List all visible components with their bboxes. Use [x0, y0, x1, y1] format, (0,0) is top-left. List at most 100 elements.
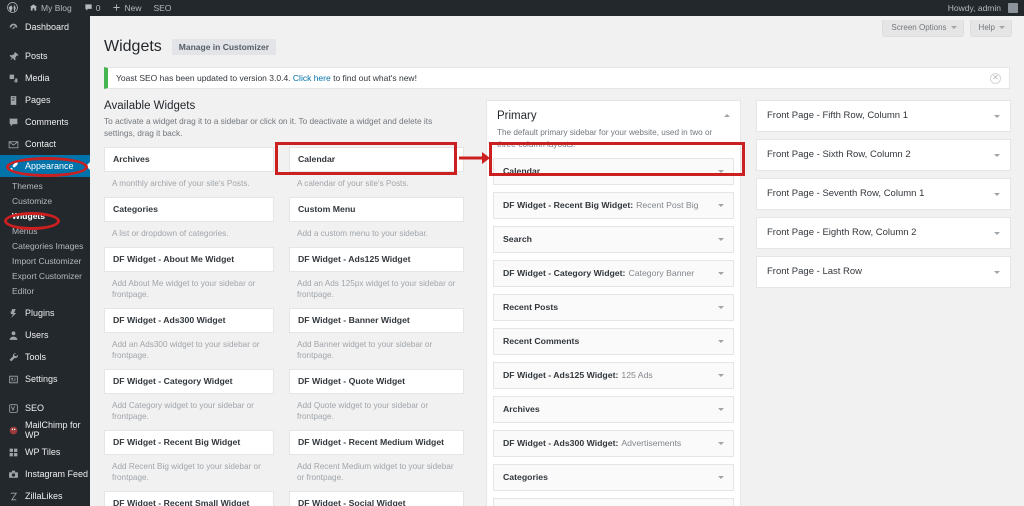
widget-name[interactable]: DF Widget - Recent Big Widget	[104, 430, 274, 455]
available-widget[interactable]: DF Widget - About Me Widget Add About Me…	[104, 247, 284, 300]
available-widget[interactable]: DF Widget - Social Widget	[284, 491, 464, 506]
submenu-item-import-customizer[interactable]: Import Customizer	[0, 253, 90, 268]
sidebar-widget-row[interactable]: Search	[493, 226, 734, 253]
sidebar-widget-row[interactable]: DF Widget - Ads300 Widget: Advertisement…	[493, 430, 734, 457]
sidebar-item-plugins[interactable]: Plugins	[0, 302, 90, 324]
sidebar-item-mailchimp[interactable]: MailChimp for WP	[0, 419, 90, 441]
my-account-menu[interactable]: Howdy, admin	[942, 0, 1024, 16]
widget-name[interactable]: Custom Menu	[289, 197, 464, 222]
widget-name[interactable]: DF Widget - Recent Medium Widget	[289, 430, 464, 455]
chevron-up-icon[interactable]	[724, 114, 730, 117]
sidebar-item-seo[interactable]: SEO	[0, 397, 90, 419]
sidebar-widget-row[interactable]: DF Widget - Category Widget: Category Ba…	[493, 260, 734, 287]
chevron-down-icon[interactable]	[718, 170, 724, 173]
sidebar-widget-row[interactable]: Recent Comments	[493, 328, 734, 355]
widget-name[interactable]: DF Widget - About Me Widget	[104, 247, 274, 272]
sidebar-item-settings[interactable]: Settings	[0, 368, 90, 390]
help-button[interactable]: Help	[969, 20, 1012, 37]
seo-menu[interactable]: SEO	[147, 0, 177, 16]
widget-name[interactable]: Archives	[104, 147, 274, 172]
chevron-down-icon[interactable]	[718, 476, 724, 479]
chevron-down-icon[interactable]	[994, 231, 1000, 235]
sidebar-item-tools[interactable]: Tools	[0, 346, 90, 368]
sidebar-widget-row[interactable]: DF Widget - Recent Big Widget: Recent Po…	[493, 192, 734, 219]
notice-link[interactable]: Click here	[293, 73, 331, 83]
available-widget[interactable]: DF Widget - Recent Medium Widget Add Rec…	[284, 430, 464, 483]
widget-name[interactable]: DF Widget - Quote Widget	[289, 369, 464, 394]
submenu-item-themes[interactable]: Themes	[0, 178, 90, 193]
sidebar-item-appearance[interactable]: Appearance	[0, 155, 90, 177]
sidebar-item-pages[interactable]: Pages	[0, 89, 90, 111]
screen-options-button[interactable]: Screen Options	[882, 20, 964, 37]
sidebar-item-instagram-feed[interactable]: Instagram Feed	[0, 463, 90, 485]
sidebar-item-dashboard[interactable]: Dashboard	[0, 16, 90, 38]
wordpress-logo-menu[interactable]	[0, 0, 23, 16]
submenu-item-customize[interactable]: Customize	[0, 193, 90, 208]
available-widget[interactable]: Archives A monthly archive of your site'…	[104, 147, 284, 189]
submenu-item-categories-images[interactable]: Categories Images	[0, 238, 90, 253]
submenu-item-editor[interactable]: Editor	[0, 283, 90, 298]
new-content-menu[interactable]: New	[106, 0, 147, 16]
sidebar-panel-collapsed[interactable]: Front Page - Eighth Row, Column 2	[756, 217, 1011, 249]
chevron-down-icon[interactable]	[718, 408, 724, 411]
primary-sidebar-header[interactable]: Primary	[487, 101, 740, 125]
chevron-down-icon[interactable]	[718, 238, 724, 241]
sidebar-item-media[interactable]: Media	[0, 67, 90, 89]
dismiss-circle-icon[interactable]: ✕	[990, 72, 1001, 84]
widget-name[interactable]: DF Widget - Ads125 Widget	[289, 247, 464, 272]
sidebar-item-wp-tiles[interactable]: WP Tiles	[0, 441, 90, 463]
available-widget[interactable]: DF Widget - Recent Small Widget	[104, 491, 284, 506]
sidebar-widget-row[interactable]: Calendar	[493, 158, 734, 185]
sidebar-item-label: Pages	[25, 95, 51, 105]
sidebar-item-contact[interactable]: Contact	[0, 133, 90, 155]
chevron-down-icon[interactable]	[994, 192, 1000, 196]
chevron-down-icon[interactable]	[718, 272, 724, 275]
widget-name[interactable]: DF Widget - Ads300 Widget	[104, 308, 274, 333]
comments-menu[interactable]: 0	[78, 0, 107, 16]
submenu-item-menus[interactable]: Menus	[0, 223, 90, 238]
chevron-down-icon[interactable]	[718, 374, 724, 377]
chevron-down-icon[interactable]	[718, 442, 724, 445]
sidebar-item-posts[interactable]: Posts	[0, 45, 90, 67]
available-widget[interactable]: Custom Menu Add a custom menu to your si…	[284, 197, 464, 239]
widget-name[interactable]: DF Widget - Social Widget	[289, 491, 464, 506]
chevron-down-icon[interactable]	[718, 306, 724, 309]
chevron-down-icon[interactable]	[994, 114, 1000, 118]
widget-name[interactable]: Calendar	[289, 147, 464, 172]
sidebar-widget-row[interactable]: DF Widget - Ads125 Widget: 125 Ads	[493, 362, 734, 389]
site-name-menu[interactable]: My Blog	[23, 0, 78, 16]
chevron-down-icon[interactable]	[718, 204, 724, 207]
available-widget[interactable]: DF Widget - Category Widget Add Category…	[104, 369, 284, 422]
submenu-item-export-customizer[interactable]: Export Customizer	[0, 268, 90, 283]
chevron-down-icon[interactable]	[994, 270, 1000, 274]
sidebar-item-users[interactable]: Users	[0, 324, 90, 346]
available-widget[interactable]: DF Widget - Recent Big Widget Add Recent…	[104, 430, 284, 483]
chevron-down-icon[interactable]	[994, 153, 1000, 157]
manage-in-customizer-button[interactable]: Manage in Customizer	[171, 39, 277, 55]
available-widget[interactable]: Calendar A calendar of your site's Posts…	[284, 147, 464, 189]
available-widget[interactable]: DF Widget - Ads300 Widget Add an Ads300 …	[104, 308, 284, 361]
widget-name[interactable]: DF Widget - Category Widget	[104, 369, 274, 394]
sidebar-panel-collapsed[interactable]: Front Page - Seventh Row, Column 1	[756, 178, 1011, 210]
sidebar-item-zillalikes[interactable]: ZillaLikes	[0, 485, 90, 506]
sidebar-panel-collapsed[interactable]: Front Page - Sixth Row, Column 2	[756, 139, 1011, 171]
appearance-submenu[interactable]: Themes Customize Widgets Menus Categorie…	[0, 177, 90, 302]
widget-name[interactable]: DF Widget - Banner Widget	[289, 308, 464, 333]
available-widget[interactable]: DF Widget - Banner Widget Add Banner wid…	[284, 308, 464, 361]
available-widget[interactable]: Categories A list or dropdown of categor…	[104, 197, 284, 239]
available-widget[interactable]: DF Widget - Ads125 Widget Add an Ads 125…	[284, 247, 464, 300]
chevron-down-icon[interactable]	[718, 340, 724, 343]
widget-name[interactable]: Categories	[104, 197, 274, 222]
sidebar-widget-row[interactable]: Recent Posts	[493, 294, 734, 321]
sidebar-panel-collapsed[interactable]: Front Page - Fifth Row, Column 1	[756, 100, 1011, 132]
sidebar-item-label: Plugins	[25, 308, 55, 318]
sidebar-widget-row[interactable]: Archives	[493, 396, 734, 423]
sidebar-widget-row[interactable]: Categories	[493, 464, 734, 491]
sidebar-widget-row[interactable]: Meta	[493, 498, 734, 506]
submenu-item-widgets[interactable]: Widgets	[0, 208, 90, 223]
available-widget[interactable]: DF Widget - Quote Widget Add Quote widge…	[284, 369, 464, 422]
sidebar-panel-collapsed[interactable]: Front Page - Last Row	[756, 256, 1011, 288]
sidebar-item-comments[interactable]: Comments	[0, 111, 90, 133]
admin-sidebar-menu[interactable]: Dashboard Posts Media Pages Comments Con…	[0, 16, 90, 506]
widget-name[interactable]: DF Widget - Recent Small Widget	[104, 491, 274, 506]
